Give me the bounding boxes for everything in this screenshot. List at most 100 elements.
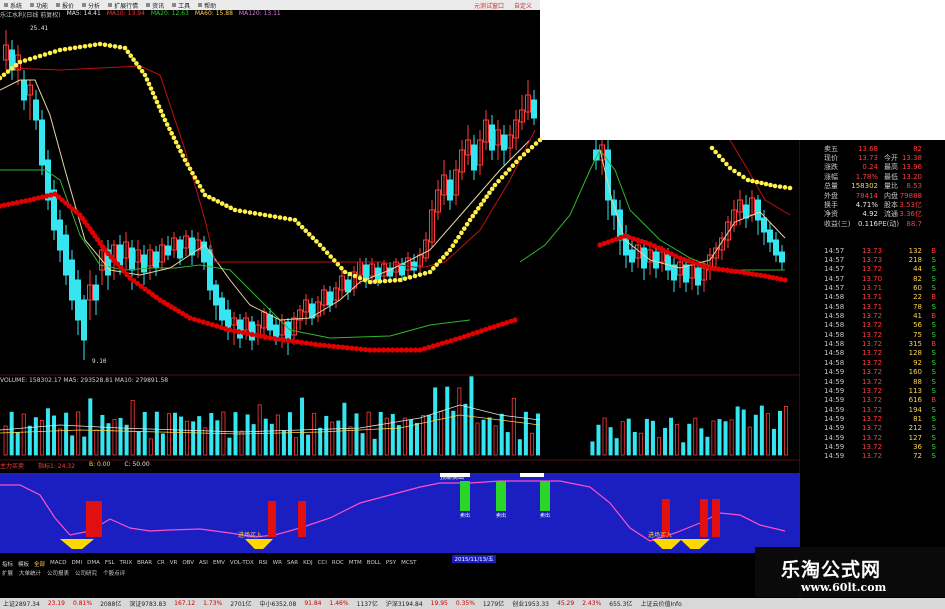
- volume-bar: [15, 432, 20, 456]
- tick-price: 13.71: [862, 293, 883, 302]
- indicator-tab[interactable]: 全部: [34, 560, 45, 569]
- bottom-tab[interactable]: 大单统计: [19, 569, 41, 578]
- volume-bar: [717, 419, 722, 456]
- bottom-tab[interactable]: 扩展: [2, 569, 13, 578]
- tick-row: 14:57 13.70 82 S: [800, 274, 937, 283]
- tick-side: S: [931, 424, 936, 433]
- volume-bar: [481, 419, 486, 456]
- volume-bar: [699, 428, 704, 456]
- yellow-dot: [525, 148, 531, 154]
- volume-bar: [281, 430, 286, 456]
- indicator-tab[interactable]: MCST: [401, 560, 416, 569]
- yellow-dot: [427, 269, 433, 275]
- yellow-dot: [202, 192, 208, 198]
- tick-side: S: [931, 442, 936, 451]
- bottom-tab[interactable]: 公司研究: [75, 569, 97, 578]
- indicator-tab[interactable]: EMV: [213, 560, 225, 569]
- volume-bar: [227, 437, 232, 456]
- indicator-tab[interactable]: 指标: [2, 560, 13, 569]
- indicator-tab[interactable]: ASI: [199, 560, 208, 569]
- indicator-tab[interactable]: DMI: [72, 560, 83, 569]
- yellow-dot: [167, 126, 172, 132]
- indicator-tab[interactable]: OBV: [182, 560, 194, 569]
- tick-time: 14:58: [824, 321, 845, 330]
- tick-volume: 56: [913, 321, 922, 330]
- tick-price: 13.71: [862, 284, 883, 293]
- yellow-dot: [27, 56, 33, 62]
- volume-bar: [21, 413, 26, 456]
- indicator-tab[interactable]: 模板: [18, 560, 29, 569]
- yellow-dot: [517, 155, 523, 161]
- yellow-dot: [444, 251, 449, 256]
- quote-value-2: 13.20: [901, 172, 922, 181]
- tick-time: 14:57: [824, 265, 845, 274]
- volume-bar: [354, 413, 359, 456]
- tick-row: 14:58 13.72 315 B: [800, 340, 937, 349]
- yellow-dot: [759, 180, 764, 186]
- indicator-tab[interactable]: RSI: [259, 560, 268, 569]
- yellow-dot: [342, 269, 348, 275]
- volume-bar: [33, 417, 38, 456]
- buy-signal-bar: [700, 499, 708, 537]
- candle-body: [531, 99, 537, 119]
- yellow-dot: [317, 242, 323, 248]
- tick-time: 14:59: [824, 377, 845, 386]
- candle-body: [629, 249, 635, 263]
- moving-average-lines: [0, 65, 791, 339]
- yellow-dot: [347, 271, 353, 277]
- volume-bar: [172, 412, 177, 456]
- yellow-dot: [125, 49, 131, 55]
- volume-bar: [396, 425, 401, 456]
- bottom-tab[interactable]: 公司报表: [47, 569, 69, 578]
- tick-side: B: [931, 312, 936, 321]
- indicator-tab[interactable]: VR: [170, 560, 178, 569]
- red-dot: [209, 322, 215, 328]
- volume-bar: [487, 417, 492, 456]
- status-item: 1137亿: [356, 601, 378, 608]
- volume-bar: [239, 430, 244, 456]
- indicator-tab[interactable]: VOL-TDX: [230, 560, 254, 569]
- red-dot: [249, 331, 255, 338]
- tick-price: 13.72: [862, 386, 883, 395]
- red-dot: [394, 347, 400, 353]
- indicator-tab[interactable]: FSL: [105, 560, 115, 569]
- yellow-dot: [224, 203, 229, 209]
- tick-row: 14:59 13.72 113 S: [800, 386, 937, 395]
- tick-time: 14:59: [824, 368, 845, 377]
- indicator-tab[interactable]: BRAR: [137, 560, 152, 569]
- tick-time: 14:58: [824, 302, 845, 311]
- yellow-dot: [77, 44, 83, 50]
- indicator-tab[interactable]: CCI: [318, 560, 327, 569]
- tick-row: 14:58 13.71 78 S: [800, 302, 937, 311]
- yellow-dot: [407, 275, 413, 280]
- tick-side: S: [931, 255, 936, 264]
- red-dot: [430, 343, 436, 349]
- tick-side: B: [931, 396, 936, 405]
- candle-body: [33, 99, 39, 121]
- volume-bar: [439, 411, 444, 456]
- indicator-tab[interactable]: WR: [273, 560, 282, 569]
- tick-time: 14:59: [824, 405, 845, 414]
- indicator-tab[interactable]: TRIX: [120, 560, 133, 569]
- indicator-tab[interactable]: ROC: [332, 560, 344, 569]
- tick-price: 13.72: [862, 414, 883, 423]
- volume-bar: [445, 386, 450, 456]
- indicator-tab[interactable]: CR: [157, 560, 165, 569]
- tick-price: 13.72: [862, 330, 883, 339]
- tick-volume: 127: [908, 433, 922, 442]
- sell-label-3: 卖出: [540, 512, 550, 519]
- red-dot: [205, 320, 211, 326]
- yellow-dot: [299, 224, 305, 230]
- indicator-tab[interactable]: BOLL: [367, 560, 381, 569]
- indicator-tab[interactable]: KDJ: [303, 560, 312, 569]
- indicator-tab[interactable]: MACD: [50, 560, 67, 569]
- indicator-tab[interactable]: DMA: [87, 560, 100, 569]
- indicator-tab[interactable]: SAR: [287, 560, 298, 569]
- bottom-tab[interactable]: 个股点评: [103, 569, 125, 578]
- tick-row: 14:58 13.72 75 S: [800, 330, 937, 339]
- red-dot: [381, 347, 387, 353]
- volume-bar: [148, 438, 153, 456]
- indicator-tab[interactable]: PSY: [386, 560, 396, 569]
- indicator-tab[interactable]: MTM: [349, 560, 362, 569]
- volume-bar: [675, 424, 680, 456]
